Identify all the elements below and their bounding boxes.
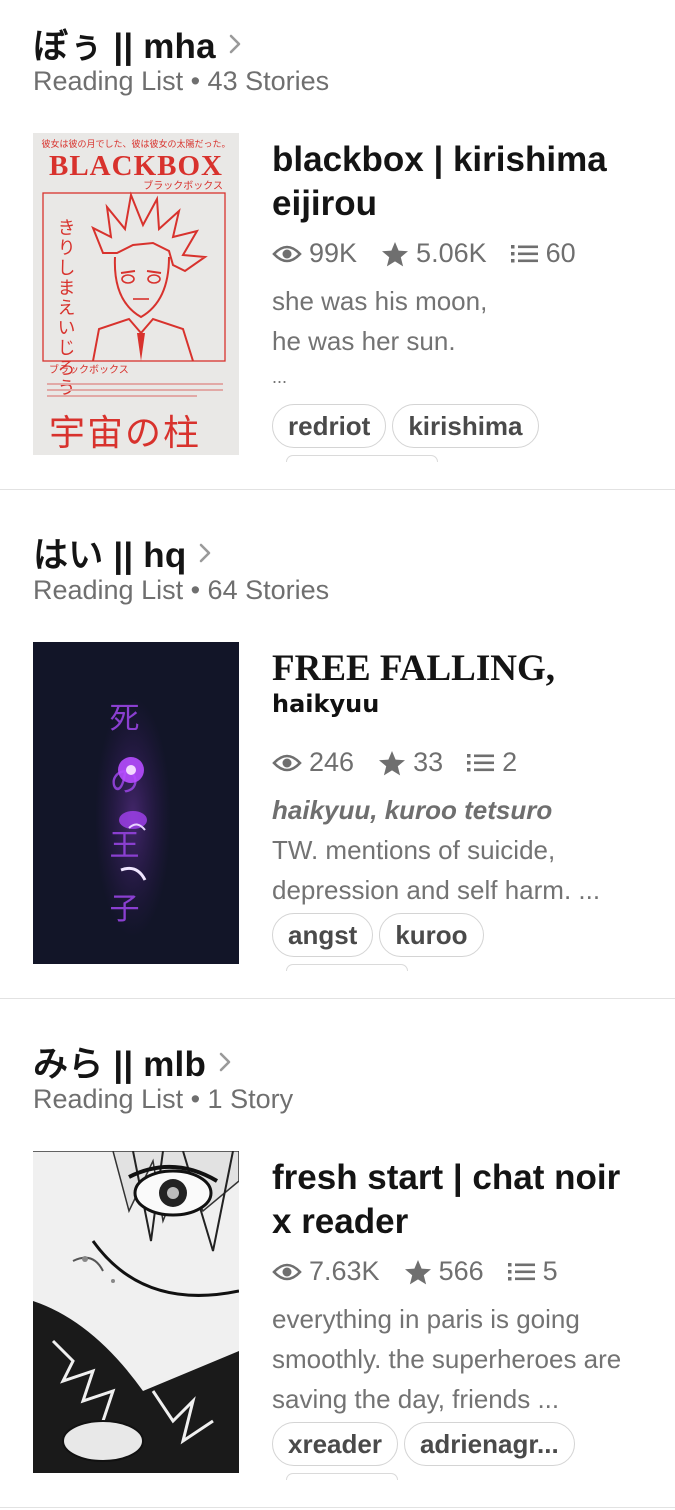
tag-chip-overflow [286,964,408,971]
description-line: she was his moon, [272,286,488,316]
reading-list-section: ぼぅ || mha Reading List • 43 Stories 彼女は彼… [0,0,675,490]
story-description: haikyuu, kuroo tetsuro TW. mentions of s… [272,790,642,910]
tag-chip[interactable]: redriot [272,404,387,448]
eye-icon [272,1263,302,1280]
tag-chip[interactable]: angst [272,913,374,957]
story-tags: angst kuroo [272,913,490,957]
parts-count: 60 [545,238,576,268]
votes-count: 33 [413,747,444,777]
cover-art: 死 の 王 子 [33,642,239,964]
reads-count: 7.63K [309,1256,380,1286]
parts-count: 2 [502,747,518,777]
chevron-right-icon [219,1052,231,1071]
cover-art [33,1151,239,1473]
parts-count: 5 [542,1256,558,1286]
reading-list-meta: Reading List • 1 Story [33,1084,294,1114]
tag-chip-overflow [286,455,438,462]
reading-lists-page: ぼぅ || mha Reading List • 43 Stories 彼女は彼… [0,0,675,1510]
list-icon [510,244,538,262]
story-subtitle: haikyuu [272,690,380,718]
list-icon [467,753,495,771]
description-text: TW. mentions of suicide, depression and … [272,835,601,905]
eye-icon [272,754,302,771]
tag-chip[interactable]: kirishima [392,404,539,448]
chevron-right-icon [229,34,241,53]
reading-list-meta: Reading List • 43 Stories [33,66,330,96]
story-tags: xreader adrienagr... [272,1422,581,1466]
reading-list-title: はい || hq [33,536,187,575]
reading-list-header-link[interactable]: ぼぅ || mha [33,18,242,69]
description-line: ... [272,367,288,387]
votes-stat: 5.06K [381,238,487,269]
votes-stat: 566 [404,1256,484,1287]
parts-stat: 60 [510,238,576,269]
tag-chip-overflow [286,1473,398,1480]
story-cover[interactable] [33,1151,239,1473]
tag-chip[interactable]: kuroo [379,913,484,957]
parts-stat: 5 [507,1256,558,1287]
eye-icon [272,245,302,262]
tag-chip[interactable]: xreader [272,1422,398,1466]
cover-big-text: 宇宙の柱 [49,413,201,454]
reading-list-section: みら || mlb Reading List • 1 Story fresh s… [0,1018,675,1508]
story-stats: 99K 5.06K 60 [272,238,600,269]
parts-stat: 2 [467,747,517,778]
story-tags: redriot kirishima [272,404,545,448]
star-icon [379,750,406,775]
reads-count: 99K [309,238,358,268]
votes-count: 5.06K [416,238,487,268]
votes-stat: 33 [378,747,443,778]
fandom-line: haikyuu, kuroo tetsuro [272,795,553,825]
story-description: she was his moon, he was her sun. ... [272,281,642,393]
story-cover[interactable]: 彼女は彼の月でした、彼は彼女の太陽だった。 BLACKBOX ブラックボックス … [33,133,239,455]
reading-list-meta: Reading List • 64 Stories [33,575,330,605]
star-icon [404,1259,431,1284]
reads-count: 246 [309,747,355,777]
story-title-link[interactable]: fresh start | chat noir x reader [272,1156,642,1244]
reads-stat: 246 [272,747,354,778]
chevron-right-icon [200,543,211,562]
story-title-link[interactable]: FREE FALLING, [272,649,642,689]
votes-count: 566 [438,1256,484,1286]
reading-list-section: はい || hq Reading List • 64 Stories 死 の 王… [0,509,675,999]
tag-chip[interactable]: adrienagr... [403,1422,575,1466]
cover-logo-text: BLACKBOX [49,150,223,182]
story-stats: 7.63K 566 5 [272,1256,582,1287]
reading-list-header-link[interactable]: はい || hq [33,527,212,578]
reading-list-title: みら || mlb [33,1045,207,1084]
story-stats: 246 33 2 [272,747,541,778]
reading-list-header-link[interactable]: みら || mlb [33,1036,232,1087]
cover-bottom-katakana: ブラックボックス [49,363,129,376]
description-line: he was her sun. [272,326,456,356]
story-cover[interactable]: 死 の 王 子 [33,642,239,964]
cover-top-text: 彼女は彼の月でした、彼は彼女の太陽だった。 [41,138,230,150]
reads-stat: 99K [272,238,357,269]
story-title-link[interactable]: blackbox | kirishima eijirou [272,138,642,226]
reads-stat: 7.63K [272,1256,380,1287]
list-icon [507,1262,535,1280]
reading-list-title: ぼぅ || mha [33,27,216,66]
star-icon [382,241,409,266]
cover-art: 彼女は彼の月でした、彼は彼女の太陽だった。 BLACKBOX ブラックボックス … [33,133,239,455]
story-description: everything in paris is going smoothly. t… [272,1304,622,1414]
cover-katakana: ブラックボックス [143,179,223,192]
